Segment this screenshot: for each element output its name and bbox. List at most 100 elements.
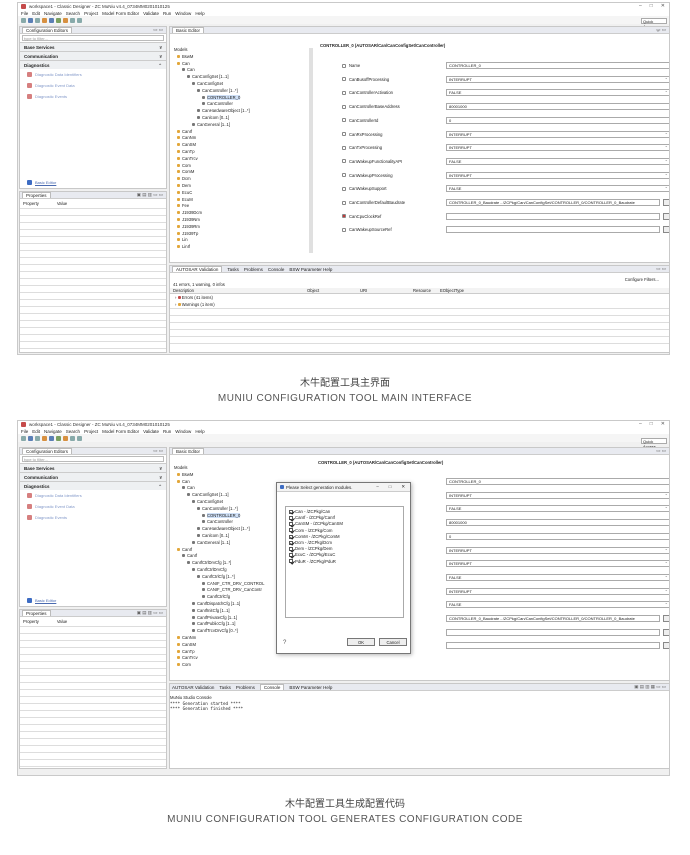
tab-console[interactable]: Console	[268, 267, 285, 272]
tab-basic-editor[interactable]: Basic Editor	[172, 27, 205, 33]
diag-events-link[interactable]: Diagnostic Events	[20, 91, 166, 102]
section-base-services[interactable]: Base Services ¥	[20, 42, 166, 51]
properties-toolbar-2[interactable]: ▣ ▤ ▥ ▭ ▭	[137, 610, 163, 616]
pane-controls-2[interactable]: ▭ ▭	[153, 448, 163, 454]
tree-node[interactable]: CANIF_CTR_DRV_CONTROL	[174, 581, 264, 588]
field-value[interactable]: 80001000	[446, 519, 669, 527]
tree-node[interactable]: Com	[174, 662, 264, 669]
tree-node[interactable]: CanConfigSet [1..1]	[174, 492, 264, 499]
maximize-button-2[interactable]: □	[650, 421, 653, 427]
field-value[interactable]: CONTROLLER_0_Baudrate - /ZCPkg/Can/CanCo…	[446, 199, 660, 206]
tree-node[interactable]: CanController [1..*]	[174, 88, 250, 95]
filter-input-2[interactable]: type to filter...	[22, 456, 164, 462]
tree-node[interactable]: CONTROLLER_0	[174, 512, 264, 520]
col-uri[interactable]: URI	[360, 288, 367, 293]
tree-node[interactable]: Lin	[174, 237, 250, 244]
tree-node[interactable]: Can	[174, 485, 264, 492]
field-value[interactable]: CONTROLLER_0	[446, 478, 669, 485]
tree-node[interactable]: CanIfPrivateCfg [1..1]	[174, 615, 264, 622]
col-description[interactable]: Description	[173, 288, 194, 293]
save-all-icon[interactable]	[35, 17, 40, 23]
menu-search-2[interactable]: Search	[66, 429, 80, 434]
field-value[interactable]: INTERRUPT	[446, 171, 669, 179]
menu-file-2[interactable]: File	[21, 429, 28, 434]
tree-node[interactable]: CanController	[174, 519, 264, 526]
browse-ref-icon[interactable]	[663, 199, 669, 206]
tree-node[interactable]: CanIfTrcvDrvCfg [0..*]	[174, 628, 264, 635]
maximize-button[interactable]: □	[650, 3, 653, 9]
tree-node[interactable]: CanIfCtrlCfg [1..*]	[174, 574, 264, 581]
tree-node[interactable]: EcuC	[174, 190, 250, 197]
tree-node[interactable]: CanHardwareObject [1..*]	[174, 526, 264, 533]
tree-node[interactable]: BswM	[174, 472, 264, 479]
field-value[interactable]: INTERRUPT	[446, 559, 669, 568]
editor-controls-2[interactable]: ▭ ▭	[656, 448, 666, 454]
validate-icon-2[interactable]	[42, 435, 47, 441]
tree-node[interactable]: EcuM	[174, 197, 250, 204]
tab-console-2[interactable]: Console	[259, 684, 285, 690]
browse-ref-icon[interactable]	[663, 226, 669, 234]
checkbox-checked-icon[interactable]	[289, 547, 293, 552]
module-checkbox[interactable]: PduR - /ZCPkg/PduR	[289, 559, 400, 565]
basic-editor-link-2[interactable]: Basic Editor	[20, 595, 56, 606]
forward-icon[interactable]	[77, 17, 82, 23]
field-value[interactable]: FALSE	[446, 88, 669, 97]
field-value[interactable]	[446, 226, 660, 234]
field-value[interactable]: INTERRUPT	[446, 143, 669, 152]
diag-events-link-2[interactable]: Diagnostic Events	[20, 512, 166, 523]
col-resource[interactable]: Resource	[413, 288, 431, 293]
menu-edit[interactable]: Edit	[32, 11, 40, 16]
save-icon-2[interactable]	[28, 435, 33, 441]
tree-node[interactable]: LinIf	[174, 244, 250, 251]
section-communication-2[interactable]: Communication ¥	[20, 472, 166, 481]
tree-node[interactable]: CanConfigSet [1..1]	[174, 74, 250, 81]
field-value[interactable]	[446, 642, 660, 650]
minimize-button[interactable]: –	[639, 3, 642, 9]
tree-node[interactable]: CanIfPublicCfg [1..1]	[174, 621, 264, 628]
diag-data-identifiers-link[interactable]: Diagnostic Data Identifiers	[20, 69, 166, 80]
menu-navigate-2[interactable]: Navigate	[44, 429, 62, 434]
field-value[interactable]: INTERRUPT	[446, 75, 669, 83]
tree-node[interactable]: J1939Tp	[174, 231, 250, 238]
tree-node[interactable]: CanController	[174, 101, 250, 108]
tree-node[interactable]: CONTROLLER_0	[174, 94, 250, 102]
tab-configuration-editors-2[interactable]: Configuration Editors	[22, 448, 73, 454]
generate-icon[interactable]	[49, 17, 54, 23]
save-all-icon-2[interactable]	[35, 435, 40, 441]
diag-event-data-link-2[interactable]: Diagnostic Event Data	[20, 501, 166, 512]
field-value[interactable]: INTERRUPT	[446, 130, 669, 138]
checkbox-checked-icon[interactable]	[289, 540, 293, 545]
close-button[interactable]: ✕	[661, 3, 665, 9]
field-value[interactable]: INTERRUPT	[446, 546, 669, 554]
models-tree-2[interactable]: Models BswM Can Can CanConfigSet [1..1] CanCo…	[174, 465, 264, 669]
tree-node[interactable]: CanGeneral [1..1]	[174, 540, 264, 547]
forward-icon-2[interactable]	[77, 435, 82, 441]
field-value[interactable]: INTERRUPT	[446, 587, 669, 595]
tree-node[interactable]: Can	[174, 479, 264, 486]
tree-node[interactable]: CanIf	[174, 553, 264, 560]
tree-node[interactable]: BswM	[174, 54, 250, 61]
tree-node[interactable]: CanNm	[174, 135, 250, 142]
tree-node[interactable]: CanHardwareObject [1..*]	[174, 108, 250, 115]
tool-icon-2[interactable]	[63, 435, 68, 441]
tab-tasks[interactable]: Tasks	[227, 267, 239, 272]
checkbox-checked-icon[interactable]	[289, 528, 293, 533]
tree-node[interactable]: CanSM	[174, 642, 264, 649]
tree-node[interactable]: ComM	[174, 169, 250, 176]
field-value[interactable]: CONTROLLER_0	[446, 62, 669, 69]
tree-node[interactable]: Canlcom [0..1]	[174, 115, 250, 122]
tree-node[interactable]: CanConfigSet	[174, 499, 264, 506]
tree-node[interactable]: Dem	[174, 183, 250, 190]
form-collapse-icon[interactable]: ⌃	[656, 30, 660, 36]
menu-help-2[interactable]: Help	[195, 429, 204, 434]
menu-search[interactable]: Search	[66, 11, 80, 16]
menu-window[interactable]: Window	[175, 11, 191, 16]
col-eobjecttype[interactable]: EObjectType	[440, 288, 464, 293]
field-value[interactable]: FALSE	[446, 157, 669, 165]
filter-input[interactable]: type to filter...	[22, 35, 164, 41]
back-icon-2[interactable]	[70, 435, 75, 441]
menu-help[interactable]: Help	[195, 11, 204, 16]
tree-node[interactable]: CanIfInitCfg [1..1]	[174, 608, 264, 615]
pane-controls[interactable]: ▭ ▭	[153, 27, 163, 33]
section-diagnostics-2[interactable]: Diagnostics ⌃	[20, 481, 166, 490]
